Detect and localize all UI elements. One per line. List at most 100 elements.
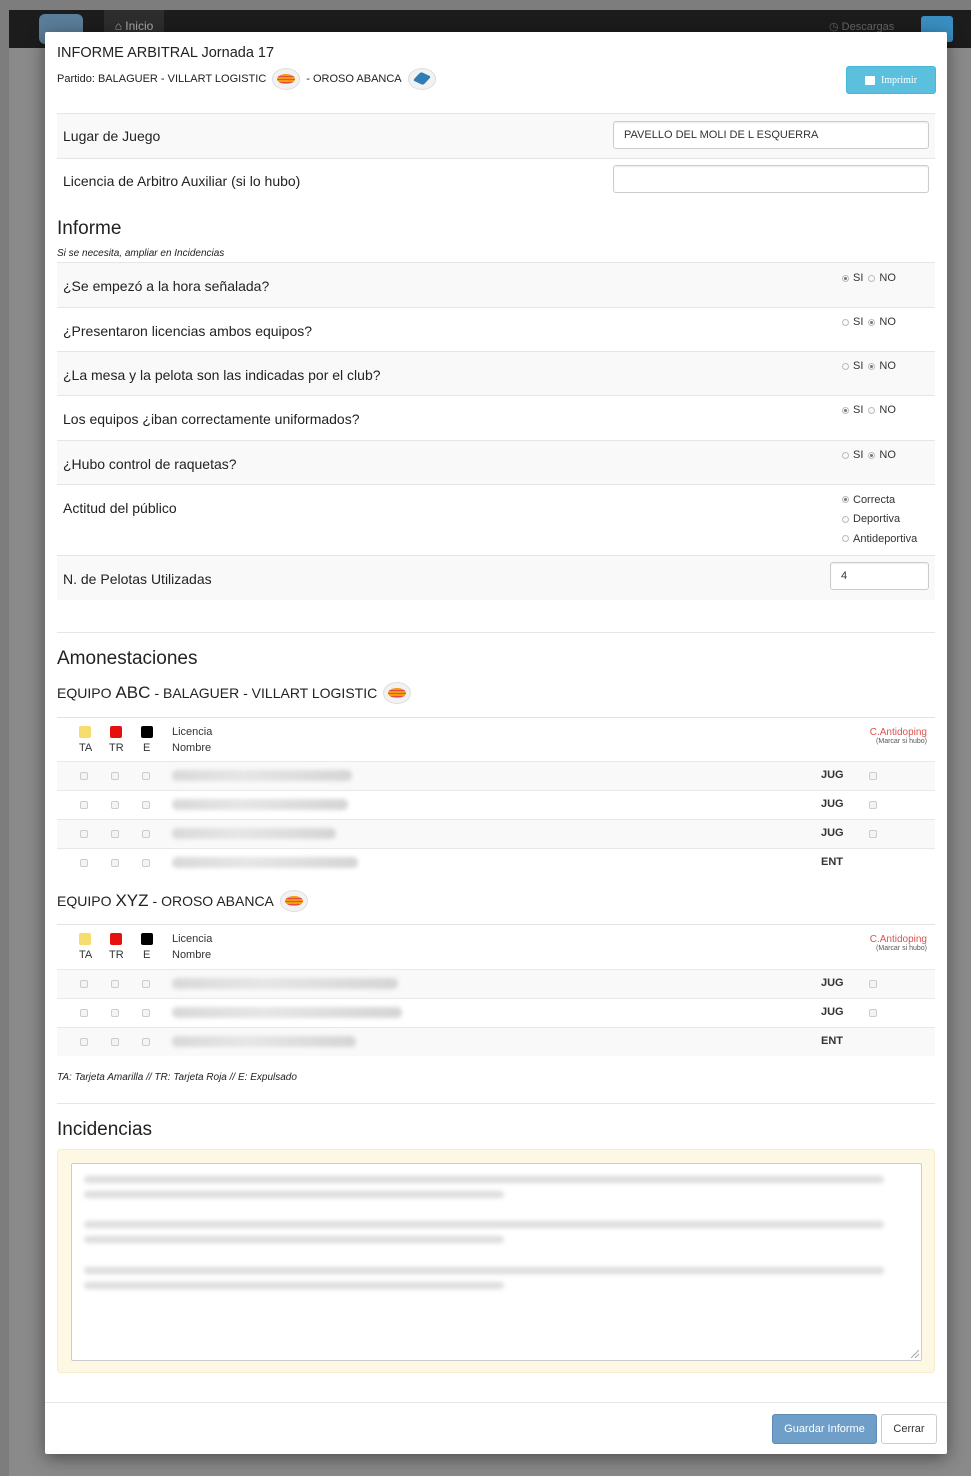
question-answer: SI NO xyxy=(842,316,901,328)
e-checkbox[interactable] xyxy=(142,1009,150,1017)
yes-label: SI xyxy=(853,316,864,328)
tr-checkbox[interactable] xyxy=(111,980,119,988)
actitud-option[interactable]: Deportiva xyxy=(842,510,917,530)
match-info: Partido: BALAGUER - VILLART LOGISTIC - O… xyxy=(57,68,442,90)
ta-checkbox[interactable] xyxy=(80,1038,88,1046)
print-button[interactable]: Imprimir xyxy=(846,66,936,94)
e-checkbox[interactable] xyxy=(142,1038,150,1046)
ta-checkbox[interactable] xyxy=(80,859,88,867)
actitud-radio[interactable] xyxy=(842,515,849,523)
e-checkbox[interactable] xyxy=(142,980,150,988)
team-abc-title: EQUIPO ABC - BALAGUER - VILLART LOGISTIC xyxy=(57,682,417,704)
no-radio[interactable] xyxy=(868,362,876,370)
e-checkbox[interactable] xyxy=(142,772,150,780)
antidoping-checkbox[interactable] xyxy=(869,772,877,780)
col-ta: TA xyxy=(79,949,93,961)
pelotas-input[interactable]: 4 xyxy=(830,562,929,590)
tr-checkbox[interactable] xyxy=(111,801,119,809)
antidoping-checkbox[interactable] xyxy=(869,801,877,809)
actitud-radio[interactable] xyxy=(842,535,849,543)
red-card-icon xyxy=(110,933,122,945)
cards-legend: TA: Tarjeta Amarilla // TR: Tarjeta Roja… xyxy=(57,1072,297,1083)
redacted-text xyxy=(84,1267,884,1274)
e-checkbox[interactable] xyxy=(142,859,150,867)
player-name-redacted xyxy=(172,1007,402,1018)
actitud-option[interactable]: Antideportiva xyxy=(842,529,917,549)
team-name: - BALAGUER - VILLART LOGISTIC xyxy=(154,685,378,701)
antidoping-header: C.Antidoping (Marcar si hubo) xyxy=(870,727,927,745)
table-row: ENT xyxy=(57,848,935,877)
no-radio[interactable] xyxy=(868,406,876,414)
antidoping-checkbox[interactable] xyxy=(869,980,877,988)
lugar-input[interactable]: PAVELLO DEL MOLI DE L ESQUERRA xyxy=(613,121,929,149)
yes-option[interactable]: SI xyxy=(842,316,863,328)
yes-radio[interactable] xyxy=(842,406,849,414)
no-radio[interactable] xyxy=(868,451,876,459)
close-button[interactable]: Cerrar xyxy=(881,1414,937,1444)
actitud-label: Actitud del público xyxy=(63,500,177,516)
yes-radio[interactable] xyxy=(842,362,849,370)
no-option[interactable]: NO xyxy=(868,404,896,416)
actitud-radio[interactable] xyxy=(842,496,849,504)
col-ta: TA xyxy=(79,742,93,754)
resize-handle-icon[interactable] xyxy=(911,1350,919,1358)
match-away-team: - OROSO ABANCA xyxy=(306,73,402,85)
ta-checkbox[interactable] xyxy=(80,801,88,809)
incidencias-textarea[interactable] xyxy=(71,1163,922,1361)
team-prefix: EQUIPO xyxy=(57,685,112,701)
player-name-redacted xyxy=(172,799,348,810)
save-report-button[interactable]: Guardar Informe xyxy=(772,1414,877,1444)
tr-checkbox[interactable] xyxy=(111,1038,119,1046)
no-label: NO xyxy=(879,272,896,284)
lugar-label: Lugar de Juego xyxy=(63,128,161,144)
tr-checkbox[interactable] xyxy=(111,859,119,867)
red-card-icon xyxy=(110,726,122,738)
e-checkbox[interactable] xyxy=(142,830,150,838)
player-role: JUG xyxy=(821,1006,844,1018)
question-answer: SI NO xyxy=(842,404,901,416)
yes-label: SI xyxy=(853,404,864,416)
antidoping-checkbox[interactable] xyxy=(869,1009,877,1017)
ta-checkbox[interactable] xyxy=(80,980,88,988)
yes-radio[interactable] xyxy=(842,318,849,326)
no-label: NO xyxy=(879,449,896,461)
ta-checkbox[interactable] xyxy=(80,1009,88,1017)
informe-heading: Informe xyxy=(57,218,122,239)
yes-radio[interactable] xyxy=(842,451,849,459)
team-name: - OROSO ABANCA xyxy=(152,893,274,909)
divider xyxy=(45,1402,947,1403)
no-radio[interactable] xyxy=(868,274,876,282)
ta-checkbox[interactable] xyxy=(80,830,88,838)
question-row: ¿Presentaron licencias ambos equipos? SI… xyxy=(57,308,935,352)
yellow-card-icon xyxy=(79,726,91,738)
licencia-aux-input[interactable] xyxy=(613,165,929,193)
team-code: ABC xyxy=(115,683,151,702)
yes-option[interactable]: SI xyxy=(842,404,863,416)
antidoping-checkbox[interactable] xyxy=(869,830,877,838)
ta-checkbox[interactable] xyxy=(80,772,88,780)
incidencias-panel xyxy=(57,1149,935,1373)
no-option[interactable]: NO xyxy=(868,360,896,372)
tr-checkbox[interactable] xyxy=(111,772,119,780)
tr-checkbox[interactable] xyxy=(111,830,119,838)
actitud-option[interactable]: Correcta xyxy=(842,490,917,510)
antidoping-label: C.Antidoping xyxy=(869,934,927,945)
team-prefix: EQUIPO xyxy=(57,893,112,909)
table-row: JUG xyxy=(57,790,935,819)
col-licencia: Licencia xyxy=(172,933,213,945)
no-option[interactable]: NO xyxy=(868,449,896,461)
table-row: JUG xyxy=(57,969,935,998)
col-e: E xyxy=(143,742,151,754)
divider xyxy=(57,1103,935,1104)
e-checkbox[interactable] xyxy=(142,801,150,809)
tr-checkbox[interactable] xyxy=(111,1009,119,1017)
no-option[interactable]: NO xyxy=(868,272,896,284)
no-option[interactable]: NO xyxy=(868,316,896,328)
yes-option[interactable]: SI xyxy=(842,272,863,284)
yes-radio[interactable] xyxy=(842,274,849,282)
yes-option[interactable]: SI xyxy=(842,449,863,461)
col-licencia: Licencia xyxy=(172,726,213,738)
no-radio[interactable] xyxy=(868,318,876,326)
print-button-label: Imprimir xyxy=(880,74,918,86)
yes-option[interactable]: SI xyxy=(842,360,863,372)
